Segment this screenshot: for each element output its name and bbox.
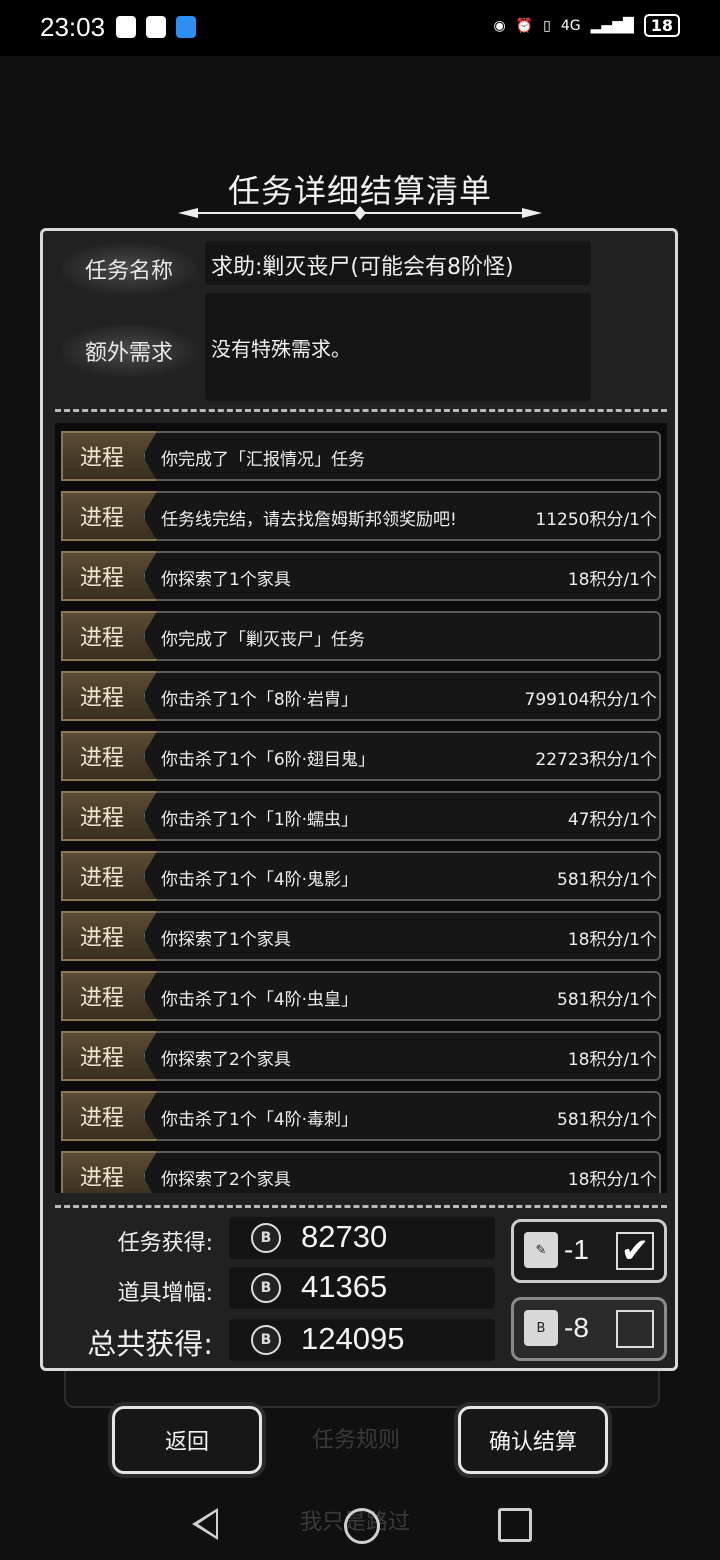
status-time: 23:03 bbox=[40, 12, 106, 42]
extra-value: 没有特殊需求。 bbox=[205, 293, 591, 401]
coin-icon: B bbox=[251, 1223, 281, 1253]
row-text: 你击杀了1个「6阶·翅目鬼」 bbox=[161, 750, 376, 770]
row-points: 18积分/1个 bbox=[567, 1050, 657, 1070]
progress-tag: 进程 bbox=[61, 431, 157, 481]
progress-tag: 进程 bbox=[61, 1091, 157, 1141]
row-text: 你探索了2个家具 bbox=[161, 1170, 291, 1190]
notification-icons bbox=[116, 16, 196, 38]
total-box: B 124095 bbox=[229, 1319, 495, 1361]
progress-tag: 进程 bbox=[61, 1151, 157, 1193]
vibrate-icon: ▯ bbox=[543, 17, 551, 34]
status-right: ◉ ⏰ ▯ 4G ▂▄▆█ 18 bbox=[494, 14, 680, 37]
progress-tag: 进程 bbox=[61, 851, 157, 901]
progress-tag: 进程 bbox=[61, 971, 157, 1021]
extra-label: 额外需求 bbox=[61, 325, 197, 377]
progress-row: 进程 你击杀了1个「8阶·岩胄」 799104积分/1个 bbox=[61, 671, 661, 721]
row-text: 你击杀了1个「8阶·岩胄」 bbox=[161, 690, 359, 710]
boost-box: B 41365 bbox=[229, 1267, 495, 1309]
coin-icon: B bbox=[251, 1325, 281, 1355]
progress-tag: 进程 bbox=[61, 671, 157, 721]
status-bar: 23:03 ◉ ⏰ ▯ 4G ▂▄▆█ 18 bbox=[0, 0, 720, 56]
task-earned-box: B 82730 bbox=[229, 1217, 495, 1259]
progress-tag: 进程 bbox=[61, 911, 157, 961]
nav-recents-icon[interactable] bbox=[498, 1508, 532, 1542]
item-count: -1 bbox=[564, 1234, 589, 1265]
progress-tag: 进程 bbox=[61, 731, 157, 781]
progress-list[interactable]: 进程 你完成了「汇报情况」任务 进程 任务线完结，请去找詹姆斯邦领奖励吧! 11250积… bbox=[55, 423, 667, 1193]
system-nav-bar bbox=[0, 1490, 720, 1560]
progress-row: 进程 你探索了1个家具 18积分/1个 bbox=[61, 551, 661, 601]
progress-tag: 进程 bbox=[61, 791, 157, 841]
progress-row: 进程 任务线完结，请去找詹姆斯邦领奖励吧! 11250积分/1个 bbox=[61, 491, 661, 541]
boost-label: 道具增幅: bbox=[117, 1281, 213, 1306]
progress-row: 进程 你完成了「汇报情况」任务 bbox=[61, 431, 661, 481]
progress-row: 进程 你击杀了1个「1阶·蠕虫」 47积分/1个 bbox=[61, 791, 661, 841]
row-text: 你击杀了1个「4阶·毒刺」 bbox=[161, 1110, 359, 1130]
row-text: 你探索了2个家具 bbox=[161, 1050, 291, 1070]
row-text: 你完成了「汇报情况」任务 bbox=[161, 450, 365, 470]
alarm-icon: ⏰ bbox=[515, 17, 534, 34]
task-earned-label: 任务获得: bbox=[117, 1231, 213, 1256]
wechat-icon bbox=[146, 16, 166, 38]
battery-icon: 18 bbox=[643, 14, 680, 37]
scroll-item-icon: ✎ bbox=[524, 1232, 558, 1268]
item-count: -8 bbox=[564, 1312, 589, 1343]
progress-tag: 进程 bbox=[61, 551, 157, 601]
progress-row: 进程 你击杀了1个「4阶·虫皇」 581积分/1个 bbox=[61, 971, 661, 1021]
nav-home-icon[interactable] bbox=[344, 1508, 380, 1544]
row-points: 18积分/1个 bbox=[567, 930, 657, 950]
boost-value: 41365 bbox=[301, 1269, 388, 1304]
progress-tag: 进程 bbox=[61, 1031, 157, 1081]
row-points: 11250积分/1个 bbox=[535, 510, 657, 530]
progress-row: 进程 你击杀了1个「4阶·毒刺」 581积分/1个 bbox=[61, 1091, 661, 1141]
row-points: 581积分/1个 bbox=[557, 870, 657, 890]
nav-back-icon-inner bbox=[198, 1512, 216, 1536]
eye-icon: ◉ bbox=[493, 17, 506, 34]
coin-icon: B bbox=[251, 1273, 281, 1303]
row-points: 18积分/1个 bbox=[567, 1170, 657, 1190]
item-scroll-toggle[interactable]: ✎ -1 ✔ bbox=[511, 1219, 667, 1283]
row-points: 18积分/1个 bbox=[567, 570, 657, 590]
alert-icon bbox=[116, 16, 136, 38]
row-points: 47积分/1个 bbox=[567, 810, 657, 830]
checkbox-checked[interactable]: ✔ bbox=[616, 1232, 654, 1270]
progress-tag: 进程 bbox=[61, 491, 157, 541]
rules-button[interactable]: 任务规则 bbox=[312, 1422, 400, 1454]
progress-row: 进程 你击杀了1个「4阶·鬼影」 581积分/1个 bbox=[61, 851, 661, 901]
row-points: 581积分/1个 bbox=[557, 1110, 657, 1130]
confirm-settlement-button[interactable]: 确认结算 bbox=[458, 1406, 608, 1474]
progress-row: 进程 你探索了2个家具 18积分/1个 bbox=[61, 1151, 661, 1193]
row-text: 你击杀了1个「1阶·蠕虫」 bbox=[161, 810, 359, 830]
row-points: 22723积分/1个 bbox=[535, 750, 657, 770]
progress-row: 进程 你探索了1个家具 18积分/1个 bbox=[61, 911, 661, 961]
row-points: 799104积分/1个 bbox=[524, 690, 657, 710]
back-button[interactable]: 返回 bbox=[112, 1406, 262, 1474]
row-text: 你探索了1个家具 bbox=[161, 930, 291, 950]
progress-row: 进程 你击杀了1个「6阶·翅目鬼」 22723积分/1个 bbox=[61, 731, 661, 781]
checkbox-unchecked[interactable] bbox=[616, 1310, 654, 1348]
title-ornament bbox=[178, 206, 542, 220]
progress-row: 进程 你探索了2个家具 18积分/1个 bbox=[61, 1031, 661, 1081]
row-text: 你探索了1个家具 bbox=[161, 570, 291, 590]
divider bbox=[55, 1205, 667, 1208]
row-text: 你击杀了1个「4阶·鬼影」 bbox=[161, 870, 359, 890]
progress-tag: 进程 bbox=[61, 611, 157, 661]
total-label: 总共获得: bbox=[87, 1327, 213, 1361]
progress-row: 进程 你完成了「剿灭丧尸」任务 bbox=[61, 611, 661, 661]
item-card-toggle[interactable]: B -8 bbox=[511, 1297, 667, 1361]
row-text: 你完成了「剿灭丧尸」任务 bbox=[161, 630, 365, 650]
row-points: 581积分/1个 bbox=[557, 990, 657, 1010]
signal-label: 4G bbox=[560, 17, 581, 34]
app-icon bbox=[176, 16, 196, 38]
signal-icon: ▂▄▆█ bbox=[590, 17, 634, 34]
task-name-label: 任务名称 bbox=[61, 243, 197, 295]
task-earned-value: 82730 bbox=[301, 1219, 388, 1254]
task-name-value: 求助:剿灭丧尸(可能会有8阶怪) bbox=[205, 241, 591, 285]
total-value: 124095 bbox=[301, 1321, 405, 1356]
card-item-icon: B bbox=[524, 1310, 558, 1346]
row-text: 你击杀了1个「4阶·虫皇」 bbox=[161, 990, 359, 1010]
row-text: 任务线完结，请去找詹姆斯邦领奖励吧! bbox=[161, 510, 457, 530]
settlement-dialog: 任务名称 求助:剿灭丧尸(可能会有8阶怪) 额外需求 没有特殊需求。 进程 你完成… bbox=[40, 228, 678, 1371]
divider bbox=[55, 409, 667, 412]
